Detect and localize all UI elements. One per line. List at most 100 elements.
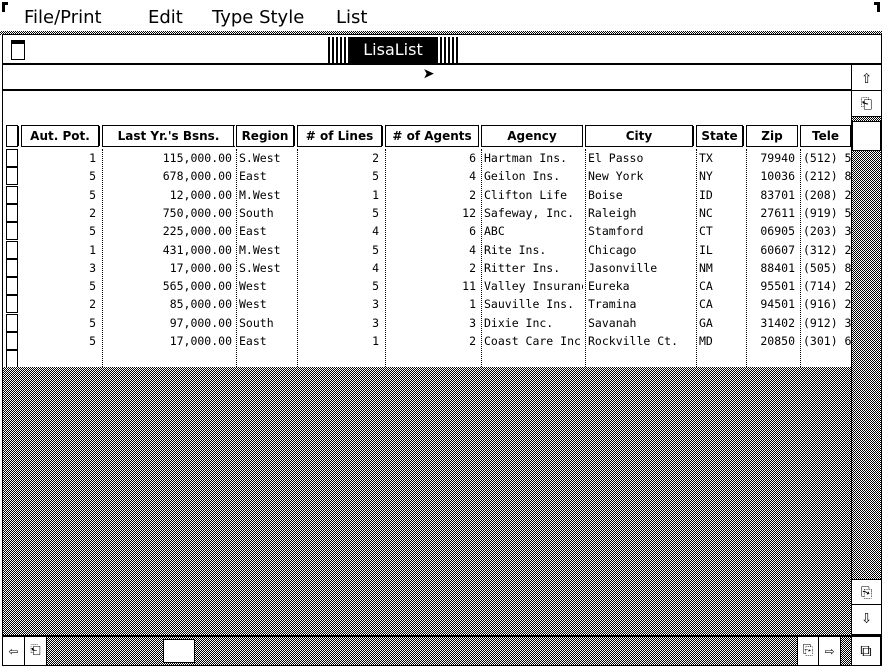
cell-agency[interactable]: Coast Care Inc xyxy=(481,332,583,350)
cell-last-yr-bsns[interactable]: 12,000.00 xyxy=(102,186,235,204)
cell-agency[interactable]: Clifton Life xyxy=(481,186,583,204)
cell-region[interactable]: South xyxy=(236,204,294,222)
cell-agency[interactable]: Ritter Ins. xyxy=(481,259,583,277)
column-header-telephone[interactable]: Tele xyxy=(800,125,851,147)
arrow-right-icon[interactable]: ⇨ xyxy=(819,637,841,665)
cell-num-lines[interactable]: 4 xyxy=(297,259,382,277)
cell-telephone[interactable]: (312) 2 xyxy=(800,241,851,259)
cell-agency[interactable]: Rite Ins. xyxy=(481,241,583,259)
cell-state[interactable]: CA xyxy=(696,277,743,295)
cell-agency[interactable]: Safeway, Inc. xyxy=(481,204,583,222)
cell-num-agents[interactable]: 3 xyxy=(385,314,479,332)
cell-state[interactable]: CT xyxy=(696,222,743,240)
cell-zip[interactable]: 95501 xyxy=(746,277,798,295)
cell-telephone[interactable]: (212) 8 xyxy=(800,167,851,185)
cell-num-agents[interactable]: 6 xyxy=(385,222,479,240)
cell-num-lines[interactable]: 5 xyxy=(297,204,382,222)
scroll-thumb[interactable] xyxy=(852,121,881,151)
cell-num-agents[interactable]: 4 xyxy=(385,241,479,259)
cell-telephone[interactable]: (203) 3 xyxy=(800,222,851,240)
cell-num-agents[interactable]: 4 xyxy=(385,167,479,185)
cell-telephone[interactable]: (301) 6 xyxy=(800,332,851,350)
cell-region[interactable]: S.West xyxy=(236,149,294,167)
cell-zip[interactable]: 94501 xyxy=(746,295,798,313)
cell-telephone[interactable]: (919) 5 xyxy=(800,204,851,222)
cell-num-lines[interactable]: 5 xyxy=(297,277,382,295)
cell-region[interactable]: M.West xyxy=(236,241,294,259)
cell-aut-pot[interactable]: 5 xyxy=(21,277,99,295)
cell-telephone[interactable]: (714) 2 xyxy=(800,277,851,295)
cell-telephone[interactable]: (912) 3 xyxy=(800,314,851,332)
page-icon[interactable]: ⎗ xyxy=(25,637,47,665)
row-selector[interactable] xyxy=(6,203,18,222)
row-selector[interactable] xyxy=(6,313,18,332)
cell-state[interactable]: TX xyxy=(696,149,743,167)
row-selector[interactable] xyxy=(6,222,18,241)
cell-aut-pot[interactable]: 2 xyxy=(21,204,99,222)
cell-num-agents[interactable]: 11 xyxy=(385,277,479,295)
cell-last-yr-bsns[interactable]: 85,000.00 xyxy=(102,295,235,313)
cell-last-yr-bsns[interactable]: 225,000.00 xyxy=(102,222,235,240)
cell-zip[interactable]: 31402 xyxy=(746,314,798,332)
row-selector[interactable] xyxy=(6,167,18,186)
menu-edit[interactable]: Edit xyxy=(148,7,183,28)
cell-region[interactable]: M.West xyxy=(236,186,294,204)
cell-num-lines[interactable]: 1 xyxy=(297,186,382,204)
cell-last-yr-bsns[interactable]: 431,000.00 xyxy=(102,241,235,259)
cell-state[interactable]: MD xyxy=(696,332,743,350)
row-selector[interactable] xyxy=(6,258,18,277)
column-header-agency[interactable]: Agency xyxy=(481,125,583,147)
title-bar[interactable]: LisaList xyxy=(3,35,881,65)
cell-num-lines[interactable]: 2 xyxy=(297,149,382,167)
cell-num-agents[interactable]: 6 xyxy=(385,149,479,167)
cell-num-lines[interactable]: 3 xyxy=(297,314,382,332)
page-icon[interactable]: ⎘ xyxy=(852,579,881,605)
cell-city[interactable]: El Passo xyxy=(585,149,693,167)
cell-state[interactable]: CA xyxy=(696,295,743,313)
menu-list[interactable]: List xyxy=(336,7,367,28)
cell-last-yr-bsns[interactable]: 678,000.00 xyxy=(102,167,235,185)
cell-zip[interactable]: 20850 xyxy=(746,332,798,350)
cell-city[interactable]: Rockville Ct. xyxy=(585,332,693,350)
cell-state[interactable]: NY xyxy=(696,167,743,185)
page-icon[interactable]: ⎗ xyxy=(852,91,881,117)
cell-zip[interactable]: 83701 xyxy=(746,186,798,204)
arrow-left-icon[interactable]: ⇦ xyxy=(3,637,25,665)
column-header-city[interactable]: City xyxy=(585,125,693,147)
arrow-down-icon[interactable]: ⇩ xyxy=(852,605,881,635)
cell-aut-pot[interactable]: 5 xyxy=(21,332,99,350)
cell-aut-pot[interactable]: 3 xyxy=(21,259,99,277)
cell-aut-pot[interactable]: 2 xyxy=(21,295,99,313)
cell-last-yr-bsns[interactable]: 17,000.00 xyxy=(102,259,235,277)
arrow-up-icon[interactable]: ⇧ xyxy=(852,65,881,91)
cell-num-agents[interactable]: 1 xyxy=(385,295,479,313)
cell-region[interactable]: East xyxy=(236,167,294,185)
cell-zip[interactable]: 10036 xyxy=(746,167,798,185)
cell-city[interactable]: Savanah xyxy=(585,314,693,332)
scroll-thumb[interactable] xyxy=(163,639,195,663)
cell-last-yr-bsns[interactable]: 565,000.00 xyxy=(102,277,235,295)
cell-telephone[interactable]: (512) 5 xyxy=(800,149,851,167)
row-selector[interactable] xyxy=(6,277,18,296)
row-selector[interactable] xyxy=(6,295,18,314)
close-box-icon[interactable] xyxy=(11,40,25,60)
cell-region[interactable]: S.West xyxy=(236,259,294,277)
cell-region[interactable]: South xyxy=(236,314,294,332)
cell-telephone[interactable]: (916) 2 xyxy=(800,295,851,313)
column-header-num-lines[interactable]: # of Lines xyxy=(297,125,382,147)
cell-num-agents[interactable]: 2 xyxy=(385,332,479,350)
row-selector[interactable] xyxy=(6,332,18,350)
cell-agency[interactable]: Valley Insurance xyxy=(481,277,583,295)
cell-num-lines[interactable]: 3 xyxy=(297,295,382,313)
cell-zip[interactable]: 60607 xyxy=(746,241,798,259)
cell-zip[interactable]: 88401 xyxy=(746,259,798,277)
column-header-state[interactable]: State xyxy=(696,125,743,147)
cell-state[interactable]: IL xyxy=(696,241,743,259)
cell-state[interactable]: GA xyxy=(696,314,743,332)
menu-type-style[interactable]: Type Style xyxy=(212,7,304,28)
row-selector[interactable] xyxy=(6,240,18,259)
column-header-aut-pot[interactable]: Aut. Pot. xyxy=(21,125,99,147)
vertical-scrollbar[interactable]: ⇧ ⎗ ⎘ ⇩ xyxy=(851,65,881,635)
cell-region[interactable]: West xyxy=(236,295,294,313)
row-selector[interactable] xyxy=(6,185,18,204)
